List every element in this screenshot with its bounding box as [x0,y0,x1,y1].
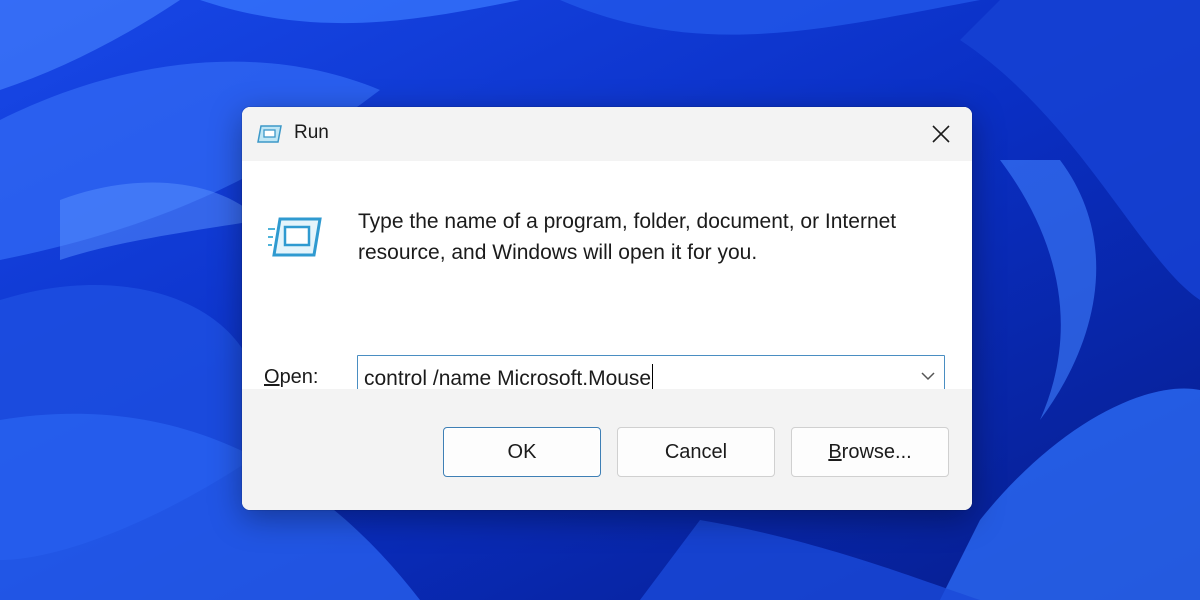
dropdown-button[interactable] [920,369,936,383]
open-input[interactable]: control /name Microsoft.Mouse [364,364,653,391]
window-title: Run [294,122,329,144]
title-bar[interactable]: Run [242,107,972,161]
open-label-accelerator: O [264,366,280,388]
open-label-text: pen: [280,366,319,388]
browse-accelerator: B [828,441,841,464]
close-icon [932,125,950,143]
browse-button[interactable]: Browse... [791,427,949,477]
open-label: Open: [264,366,319,389]
text-caret [652,364,653,390]
cancel-button[interactable]: Cancel [617,427,775,477]
button-bar: OK Cancel Browse... [242,389,972,510]
browse-label: rowse... [842,441,912,464]
chevron-down-icon [921,372,935,381]
run-dialog: Run Type the name of a program, folder, … [242,107,972,510]
run-app-icon [257,124,283,144]
description-text: Type the name of a program, folder, docu… [358,206,958,268]
run-app-icon [266,217,322,257]
dialog-content: Type the name of a program, folder, docu… [242,161,972,389]
close-button[interactable] [918,115,964,153]
open-input-value: control /name Microsoft.Mouse [364,367,651,390]
ok-button[interactable]: OK [443,427,601,477]
